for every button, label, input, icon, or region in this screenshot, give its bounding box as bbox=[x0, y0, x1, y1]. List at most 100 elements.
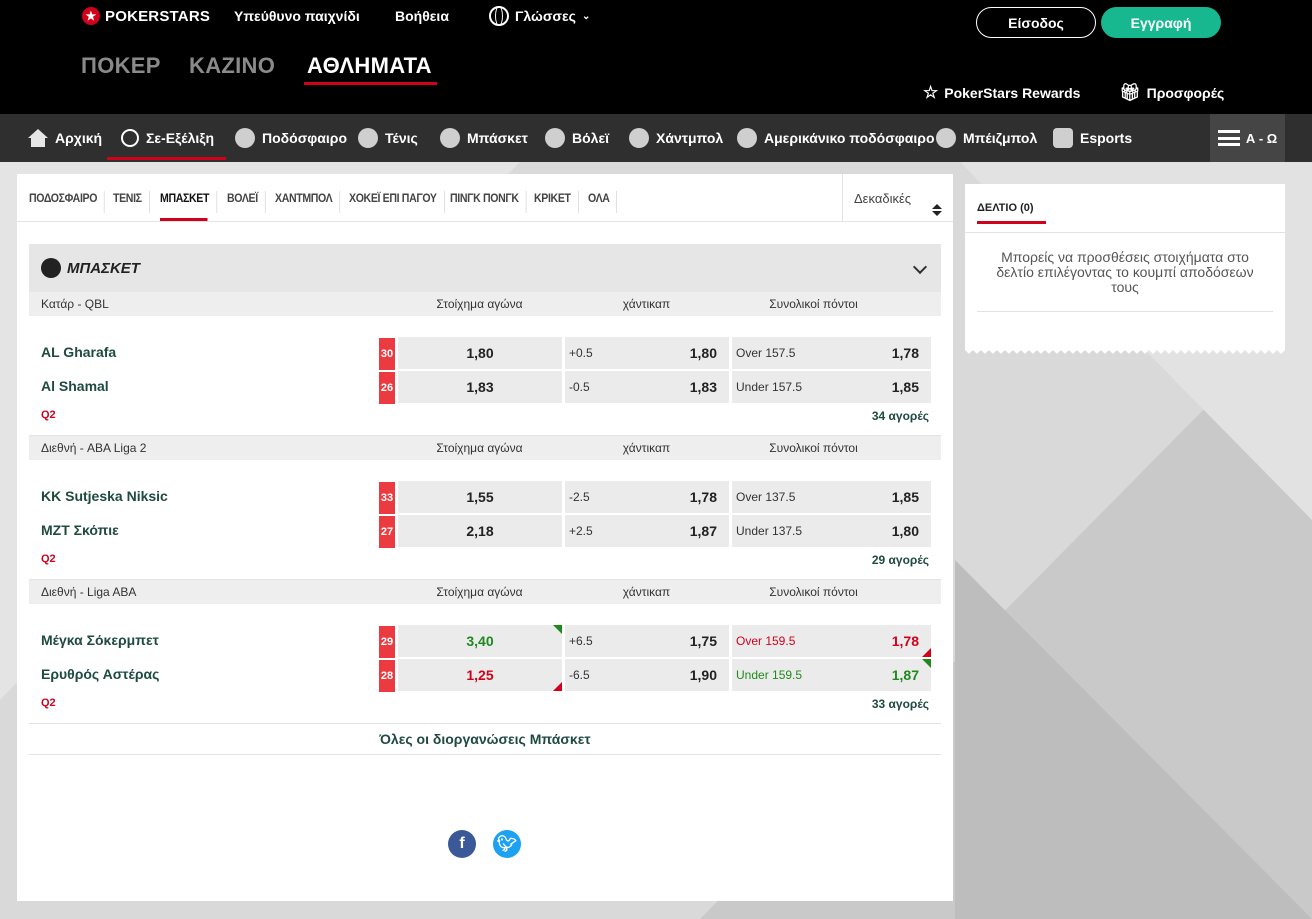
odd-value: 1,78 bbox=[891, 345, 919, 361]
globe-icon bbox=[489, 6, 509, 26]
facebook-icon[interactable]: f bbox=[448, 830, 476, 858]
pokerstars-logo[interactable]: ★ POKERSTARS bbox=[82, 7, 210, 25]
handicap-odd-button[interactable]: +0.5 1,80 bbox=[565, 337, 729, 369]
offers-link[interactable]: 🎁︎ Προσφορές bbox=[1119, 83, 1224, 103]
markets-link[interactable]: 29 αγορές bbox=[872, 553, 929, 567]
nav-handball[interactable]: Χάντμπολ bbox=[629, 114, 723, 162]
sport-subtabs: ΠΟΔΟΣΦΑΙΡΟ ΤΕΝΙΣ ΜΠΑΣΚΕΤ ΒΟΛΕΪ ΧΑΝΤΜΠΟΛ … bbox=[17, 174, 953, 222]
subtab-football[interactable]: ΠΟΔΟΣΦΑΙΡΟ bbox=[29, 191, 106, 213]
register-button[interactable]: Εγγραφή bbox=[1101, 7, 1221, 38]
match-odd-button[interactable]: 1,83 bbox=[398, 371, 562, 403]
rewards-link[interactable]: ☆ PokerStars Rewards bbox=[923, 83, 1080, 103]
subtab-ice-hockey[interactable]: ΧΟΚΕΪ ΕΠΙ ΠΑΓΟΥ bbox=[349, 191, 445, 213]
nav-label: Αρχική bbox=[55, 130, 103, 146]
subtab-tennis[interactable]: ΤΕΝΙΣ bbox=[113, 191, 150, 213]
odd-value: 1,85 bbox=[891, 489, 919, 505]
team-name[interactable]: Ερυθρός Αστέρας bbox=[41, 666, 159, 682]
markets-link[interactable]: 34 αγορές bbox=[872, 409, 929, 423]
odd-line: Under 137.5 bbox=[736, 524, 803, 538]
nav-label: Μπέιζμπολ bbox=[963, 130, 1038, 146]
all-competitions-link[interactable]: Όλες οι διοργανώσεις Μπάσκετ bbox=[29, 723, 941, 755]
match-odd-button[interactable]: 1,55 bbox=[398, 481, 562, 513]
odds-down-indicator bbox=[922, 648, 931, 657]
team-name[interactable]: AL Gharafa bbox=[41, 344, 116, 360]
nav-tennis[interactable]: Τένις bbox=[358, 114, 418, 162]
betslip-tab-label: ΔΕΛΤΙΟ bbox=[977, 202, 1017, 214]
handicap-odd-button[interactable]: -6.5 1,90 bbox=[565, 659, 729, 691]
vertical-casino[interactable]: ΚΑΖΙΝΟ bbox=[189, 53, 275, 79]
totals-odd-button[interactable]: Under 157.5 1,85 bbox=[732, 371, 931, 403]
column-match: Στοίχημα αγώνα bbox=[436, 441, 523, 455]
match-odd-button[interactable]: 1,80 bbox=[398, 337, 562, 369]
help-link[interactable]: Βοήθεια bbox=[395, 8, 449, 24]
totals-odd-button[interactable]: Over 137.5 1,85 bbox=[732, 481, 931, 513]
volleyball-icon bbox=[545, 128, 565, 148]
score-badge: 30 bbox=[379, 338, 395, 370]
handicap-odd-button[interactable]: +6.5 1,75 bbox=[565, 625, 729, 657]
score-badge: 33 bbox=[379, 482, 395, 514]
odd-line: Over 159.5 bbox=[736, 634, 796, 648]
team-name[interactable]: MZT Σκόπιε bbox=[41, 522, 119, 538]
totals-odd-button[interactable]: Under 159.5 1,87 bbox=[732, 659, 931, 691]
competition-name[interactable]: Διεθνή - ABA Liga 2 bbox=[41, 441, 146, 455]
login-button[interactable]: Είσοδος bbox=[976, 7, 1096, 38]
odd-line: -6.5 bbox=[569, 668, 590, 682]
nav-volleyball[interactable]: Βόλεϊ bbox=[545, 114, 609, 162]
match-odd-button[interactable]: 1,25 bbox=[398, 659, 562, 691]
betslip-empty-message: Μπορείς να προσθέσεις στοιχήματα στο δελ… bbox=[996, 249, 1254, 295]
subtab-all[interactable]: ΟΛΑ bbox=[588, 191, 618, 213]
odds-format-select[interactable]: Δεκαδικές bbox=[842, 174, 953, 222]
column-handicap: χάντικαπ bbox=[622, 585, 671, 599]
totals-odd-button[interactable]: Under 137.5 1,80 bbox=[732, 515, 931, 547]
competition-name[interactable]: Κατάρ - QBL bbox=[41, 297, 109, 311]
handicap-odd-button[interactable]: -2.5 1,78 bbox=[565, 481, 729, 513]
nav-football[interactable]: Ποδόσφαιρο bbox=[235, 114, 347, 162]
column-totals: Συνολικοί πόντοι bbox=[769, 585, 858, 599]
section-header[interactable]: ΜΠΑΣΚΕΤ bbox=[29, 244, 941, 292]
sort-arrows-icon bbox=[932, 204, 942, 218]
match-odd-button[interactable]: 2,18 bbox=[398, 515, 562, 547]
nav-baseball[interactable]: Μπέιζμπολ bbox=[936, 114, 1037, 162]
match-period: Q2 bbox=[41, 409, 56, 421]
responsible-gaming-link[interactable]: Υπεύθυνο παιχνίδι bbox=[234, 8, 360, 24]
vertical-poker[interactable]: ΠΟΚΕΡ bbox=[81, 53, 161, 79]
nav-home[interactable]: Αρχική bbox=[28, 114, 102, 162]
rewards-label: PokerStars Rewards bbox=[944, 85, 1081, 101]
team-name[interactable]: Μέγκα Σόκερμπετ bbox=[41, 632, 159, 648]
nav-esports[interactable]: Esports bbox=[1053, 114, 1132, 162]
nav-in-play[interactable]: Σε-Εξέλιξη bbox=[106, 114, 227, 162]
language-selector[interactable]: Γλώσσες ⌄ bbox=[489, 6, 590, 26]
handicap-odd-button[interactable]: -0.5 1,83 bbox=[565, 371, 729, 403]
competition-name[interactable]: Διεθνή - Liga ABA bbox=[41, 585, 136, 599]
betslip-tab[interactable]: ΔΕΛΤΙΟ (0) bbox=[977, 202, 1045, 224]
subtab-cricket[interactable]: ΚΡΙΚΕΤ bbox=[534, 191, 579, 213]
hamburger-icon bbox=[1217, 130, 1240, 146]
language-label: Γλώσσες bbox=[515, 8, 576, 24]
team-name[interactable]: KK Sutjeska Niksic bbox=[41, 488, 168, 504]
odd-value: 1,75 bbox=[689, 633, 717, 649]
divider bbox=[977, 311, 1273, 312]
nav-label: Σε-Εξέλιξη bbox=[146, 130, 215, 146]
american-football-icon bbox=[737, 128, 757, 148]
nav-label: Τένις bbox=[385, 130, 418, 146]
subtab-handball[interactable]: ΧΑΝΤΜΠΟΛ bbox=[275, 191, 341, 213]
subtab-basketball[interactable]: ΜΠΑΣΚΕΤ bbox=[160, 191, 217, 221]
chevron-down-icon[interactable] bbox=[912, 259, 928, 275]
odd-value: 1,87 bbox=[891, 667, 919, 683]
markets-link[interactable]: 33 αγορές bbox=[872, 697, 929, 711]
az-menu-button[interactable]: Α - Ω bbox=[1210, 114, 1285, 162]
nav-basketball[interactable]: Μπάσκετ bbox=[440, 114, 528, 162]
team-name[interactable]: Al Shamal bbox=[41, 378, 109, 394]
nav-american-football[interactable]: Αμερικάνικο ποδόσφαιρο bbox=[737, 114, 935, 162]
subtab-table-tennis[interactable]: ΠΙΝΓΚ ΠΟΝΓΚ bbox=[450, 191, 527, 213]
handball-icon bbox=[629, 128, 649, 148]
vertical-sports[interactable]: ΑΘΛΗΜΑΤΑ bbox=[304, 53, 437, 85]
odd-value: 1,90 bbox=[689, 667, 717, 683]
subtab-volleyball[interactable]: ΒΟΛΕΪ bbox=[227, 191, 266, 213]
totals-odd-button[interactable]: Over 159.5 1,78 bbox=[732, 625, 931, 657]
totals-odd-button[interactable]: Over 157.5 1,78 bbox=[732, 337, 931, 369]
handicap-odd-button[interactable]: +2.5 1,87 bbox=[565, 515, 729, 547]
odd-value: 2,18 bbox=[466, 523, 494, 539]
twitter-icon[interactable]: 🐦︎ bbox=[493, 830, 521, 858]
match-odd-button[interactable]: 3,40 bbox=[398, 625, 562, 657]
